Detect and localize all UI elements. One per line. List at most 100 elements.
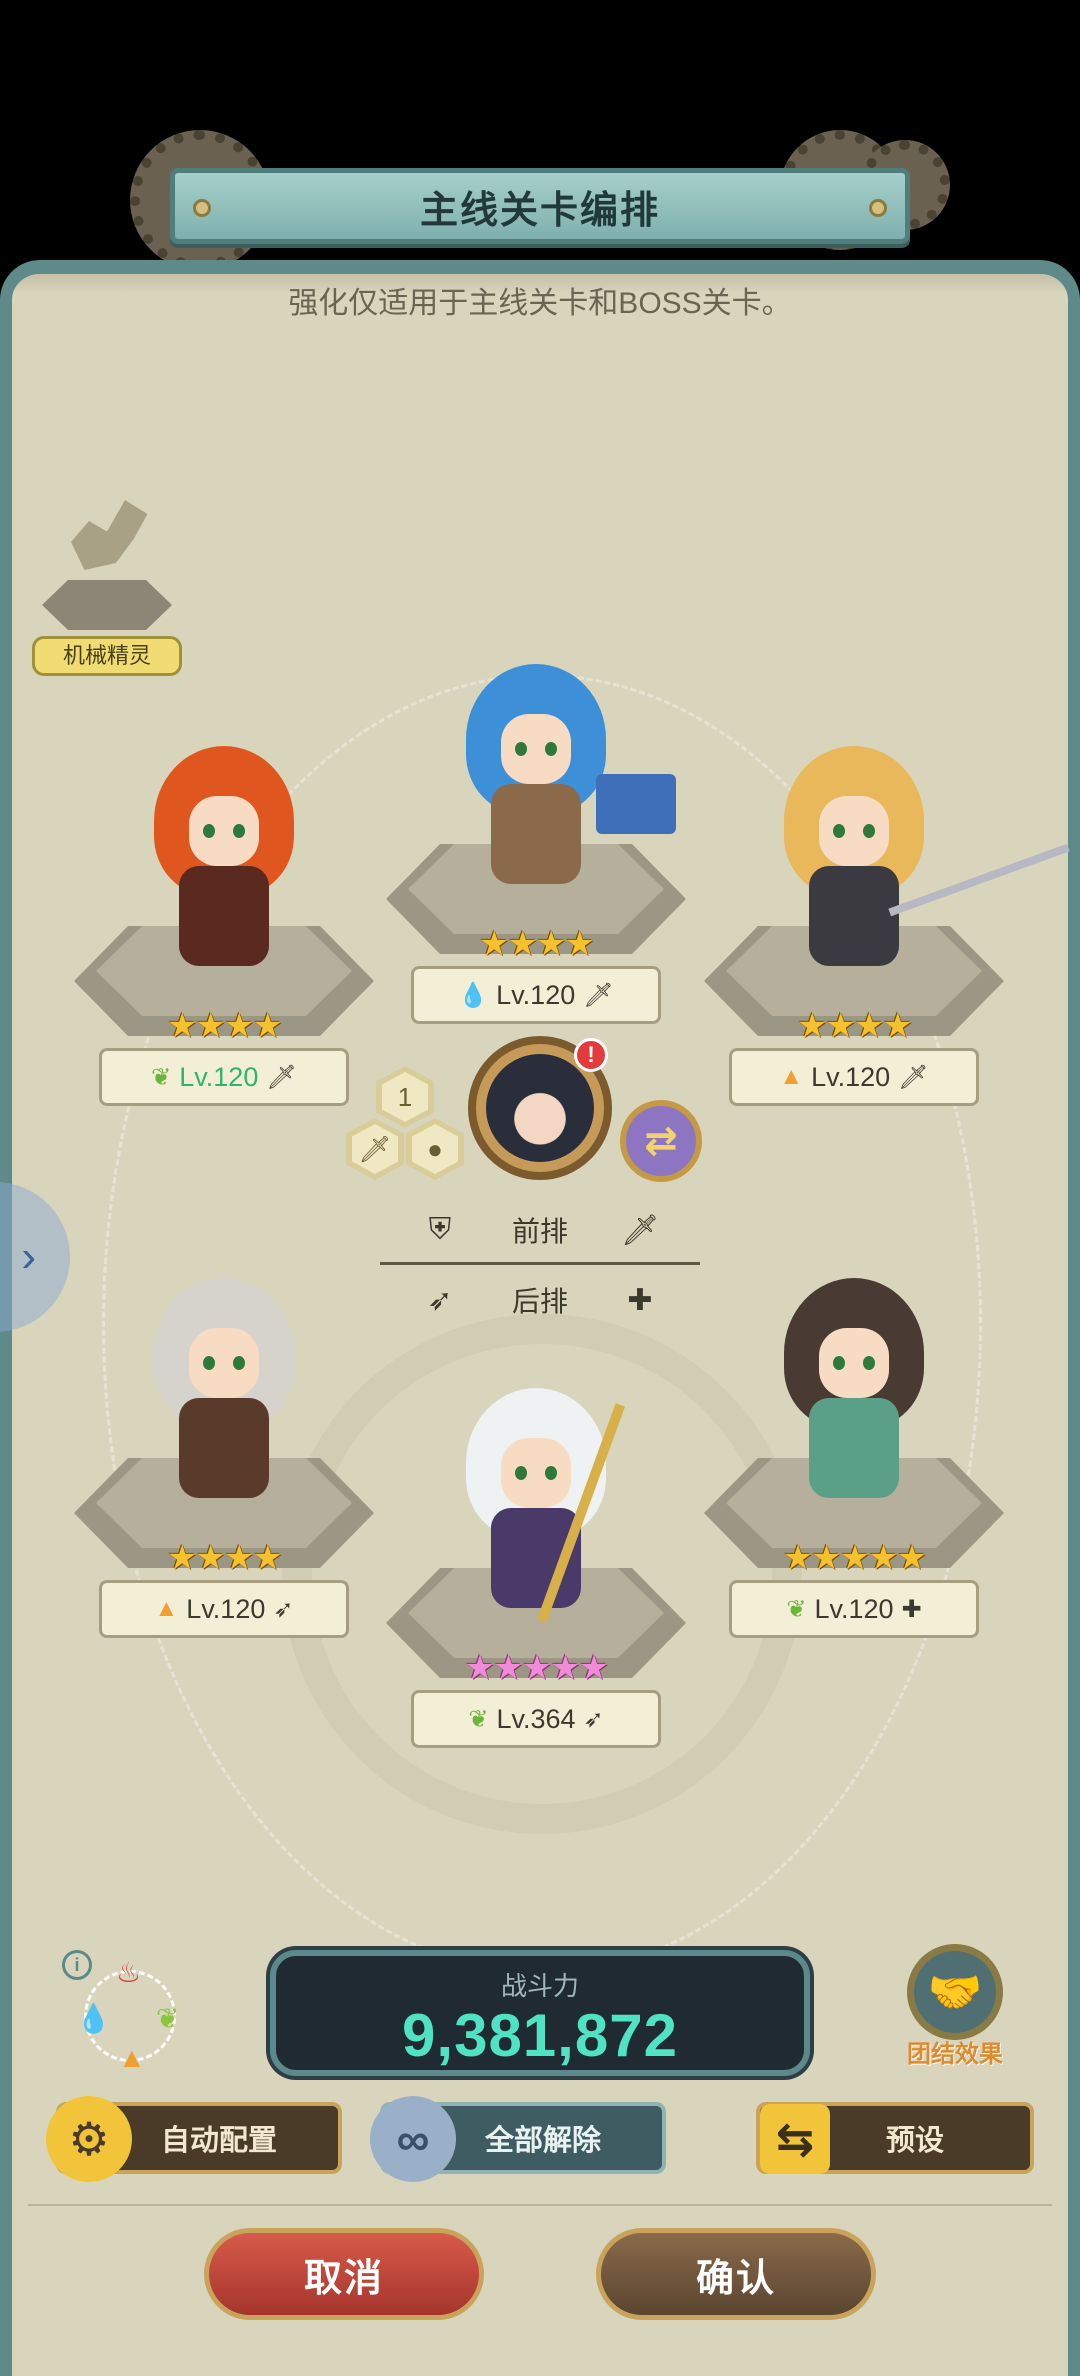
hero-sprite (764, 1268, 944, 1528)
alert-badge: ! (574, 1038, 608, 1072)
hero-level: Lv.120 (811, 1061, 891, 1092)
synergy-effect-button[interactable]: 🤝 团结效果 (900, 1944, 1010, 2069)
hero-level: Lv.120 (814, 1593, 894, 1624)
swap-leader-button[interactable]: ⇄ (620, 1100, 702, 1182)
bow-icon: ➶ (427, 1283, 453, 1317)
sword-icon: 🗡 (620, 1213, 660, 1247)
hero-level-badge: ▲ Lv.120 🗡 (729, 1048, 979, 1106)
front-row-label: ⛨ 前排 🗡 (420, 1210, 660, 1250)
synergy-label: 团结效果 (907, 2041, 1003, 2068)
pet-slot[interactable]: 机械精灵 (32, 490, 182, 676)
hero-level: Lv.120 (179, 1061, 259, 1092)
hero-sprite (446, 1378, 626, 1638)
sword-role-icon: 🗡 (583, 981, 614, 1009)
hero-level: Lv.120 (186, 1593, 266, 1624)
swap-arrows-icon: ⇆ (760, 2104, 830, 2174)
sword-icon: 🗡 (352, 1124, 398, 1174)
hero-face (501, 1438, 571, 1508)
hero-sprite (764, 736, 1070, 996)
hero-slot-back-right[interactable]: ★★★★★ ❦ Lv.120 ✚ (704, 1268, 1004, 1638)
dark-element-icon: ♨ (116, 1957, 142, 1988)
handshake-icon: 🤝 (907, 1944, 1003, 2040)
swap-arrows-icon: ⇄ (644, 1119, 678, 1163)
info-icon[interactable]: i (62, 1950, 92, 1980)
shield-icon: ⛨ (428, 1213, 452, 1246)
clear-all-button[interactable]: ∞ 全部解除 (370, 2096, 666, 2182)
pet-label: 机械精灵 (32, 636, 182, 676)
page-subtitle: 强化仅适用于主线关卡和BOSS关卡。 (288, 287, 792, 320)
fire-element-icon: ▲ (779, 1063, 804, 1090)
hero-face (819, 1328, 889, 1398)
bow-role-icon: ➶ (273, 1595, 294, 1623)
mech-pet-silhouette (32, 490, 182, 580)
gear-icon: ⚙ (46, 2096, 132, 2182)
hero-torso (491, 784, 581, 884)
row-divider (380, 1262, 700, 1265)
healer-role-icon: ✚ (901, 1595, 922, 1623)
hero-level: Lv.364 (496, 1703, 576, 1734)
hero-torso (809, 1398, 899, 1498)
bow-role-icon: ➶ (583, 1705, 604, 1733)
hero-level-badge: ❦ Lv.364 ➶ (411, 1690, 661, 1748)
front-row-text: 前排 (511, 1216, 568, 1247)
plus-healer-icon: ✚ (627, 1283, 653, 1317)
leaf-element-icon: ❦ (156, 2003, 180, 2034)
combat-power-panel: 战斗力 9,381,872 (270, 1950, 810, 2076)
star-rating: ★★★★★ (782, 1539, 927, 1577)
sword-role-icon: 🗡 (266, 1063, 297, 1091)
auto-assign-button[interactable]: ⚙ 自动配置 (46, 2096, 342, 2182)
star-rating: ★★★★★ (464, 1649, 609, 1687)
star-rating: ★★★★ (167, 1539, 283, 1577)
hero-face (189, 796, 259, 866)
unlink-icon: ∞ (370, 2096, 456, 2182)
water-drop-element-icon: 💧 (458, 981, 489, 1009)
hero-sprite (134, 1268, 314, 1528)
hero-face (189, 1328, 259, 1398)
hero-face (819, 796, 889, 866)
rivet-icon (193, 199, 211, 217)
leader-avatar (486, 1054, 594, 1162)
hero-torso (179, 866, 269, 966)
hero-slot-front-left[interactable]: ★★★★ ❦ Lv.120 🗡 (74, 736, 374, 1106)
star-rating: ★★★★ (479, 925, 595, 963)
sword-role-icon: 🗡 (898, 1063, 929, 1091)
leaf-element-icon: ❦ (151, 1063, 172, 1091)
preset-button[interactable]: ⇆ 预设 (756, 2102, 1034, 2174)
hero-sprite (446, 654, 676, 914)
footer-divider (28, 2204, 1052, 2206)
hero-level-badge: ❦ Lv.120 🗡 (99, 1048, 349, 1106)
leaf-element-icon: ❦ (468, 1705, 489, 1733)
hero-level: Lv.120 (496, 979, 576, 1010)
title-banner: 主线关卡编排 (170, 168, 910, 244)
fire-element-icon: ▲ (154, 1595, 179, 1622)
hero-slot-back-center[interactable]: ★★★★★ ❦ Lv.364 ➶ (386, 1378, 686, 1748)
back-row-label: ➶ 后排 ✚ (420, 1280, 660, 1320)
hero-torso (179, 1398, 269, 1498)
hero-level-badge: ❦ Lv.120 ✚ (729, 1580, 979, 1638)
leaf-element-icon: ❦ (786, 1595, 807, 1623)
fire-element-icon: ▲ (118, 2042, 146, 2073)
leader-portrait[interactable]: ! (468, 1036, 612, 1180)
rivet-icon (869, 199, 887, 217)
cancel-button[interactable]: 取消 (204, 2228, 484, 2320)
pet-plinth (42, 580, 172, 630)
page-title: 主线关卡编排 (419, 189, 660, 232)
hero-slot-front-right[interactable]: ★★★★ ▲ Lv.120 🗡 (704, 736, 1070, 1106)
hero-torso (809, 866, 899, 966)
hero-slot-back-left[interactable]: ★★★★ ▲ Lv.120 ➶ (74, 1268, 374, 1638)
combat-power-label: 战斗力 (500, 1971, 579, 2001)
hero-level-badge: ▲ Lv.120 ➶ (99, 1580, 349, 1638)
hero-face (501, 714, 571, 784)
water-element-icon: 💧 (76, 2003, 111, 2034)
combat-power-value: 9,381,872 (402, 2002, 678, 2069)
chevron-right-icon: › (21, 1232, 36, 1281)
star-rating: ★★★★ (797, 1007, 913, 1045)
confirm-button[interactable]: 确认 (596, 2228, 876, 2320)
element-wheel[interactable]: i ♨ 💧 ❦ ▲ (62, 1950, 196, 2080)
hero-level-badge: 💧 Lv.120 🗡 (411, 966, 661, 1024)
orb-icon: ● (412, 1124, 458, 1174)
hero-slot-front-center[interactable]: ★★★★ 💧 Lv.120 🗡 (386, 654, 686, 1024)
star-rating: ★★★★ (167, 1007, 283, 1045)
hero-sprite (134, 736, 314, 996)
crossbow-weapon (596, 774, 676, 834)
